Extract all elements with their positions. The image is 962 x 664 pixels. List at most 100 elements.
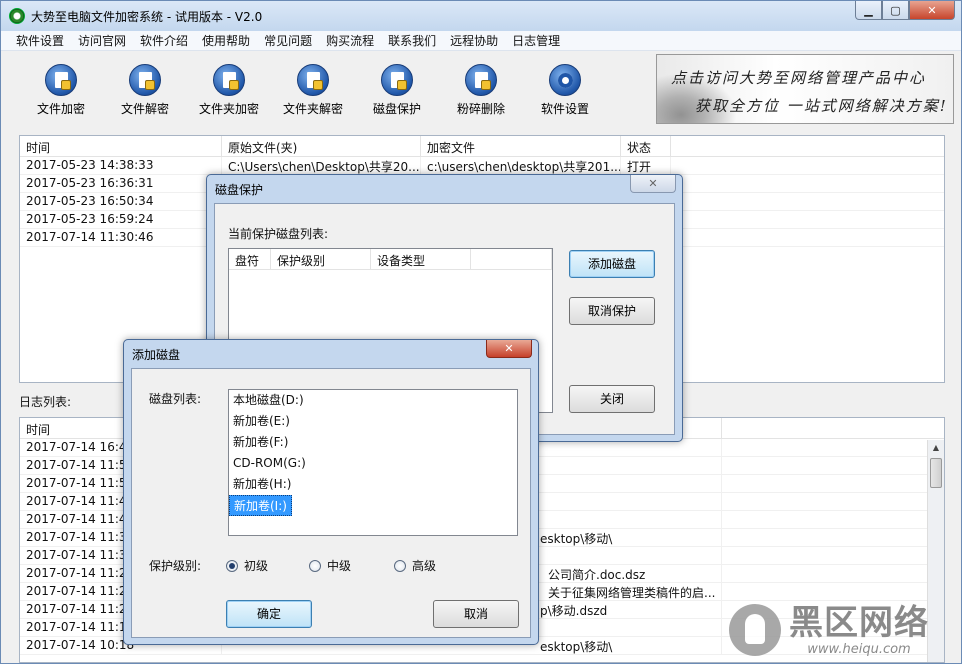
- level-basic-radio[interactable]: 初级: [226, 557, 268, 574]
- menu-log-manage[interactable]: 日志管理: [505, 32, 567, 49]
- folder-unlock-icon: [297, 64, 329, 96]
- radio-unchecked-icon: [394, 559, 406, 572]
- watermark-text: 黑区网络 www.heiqu.com: [789, 604, 929, 657]
- level-high-radio[interactable]: 高级: [394, 557, 436, 574]
- maximize-icon: ▢: [890, 3, 901, 17]
- add-disk-button[interactable]: 添加磁盘: [569, 250, 655, 278]
- app-logo-icon: [9, 8, 25, 24]
- column-header-filler: [671, 136, 944, 156]
- file-lock-icon: [45, 64, 77, 96]
- cell-time: 2017-05-23 14:38:33: [20, 157, 222, 174]
- product-center-banner[interactable]: 点击访问大势至网络管理产品中心 获取全方位 一站式网络解决方案!: [656, 54, 954, 124]
- maximize-button[interactable]: ▢: [882, 1, 909, 20]
- tool-label: 软件设置: [540, 102, 589, 116]
- table-row[interactable]: 2017-05-23 14:38:33 C:\Users\chen\Deskto…: [20, 157, 944, 175]
- watermark-logo-icon: [729, 604, 781, 656]
- radio-unchecked-icon: [309, 559, 321, 572]
- watermark-name: 黑区网络: [789, 602, 929, 643]
- cancel-button[interactable]: 取消: [433, 600, 519, 628]
- banner-line-2: 获取全方位 一站式网络解决方案!: [695, 97, 948, 115]
- site-watermark: 黑区网络 www.heiqu.com: [729, 597, 959, 663]
- column-header-filler: [471, 249, 552, 269]
- file-encrypt-button[interactable]: 文件加密: [19, 64, 103, 117]
- disk-list-item[interactable]: 新加卷(E:): [229, 411, 517, 432]
- close-icon: ✕: [648, 177, 658, 190]
- disk-shield-icon: [381, 64, 413, 96]
- disk-listbox[interactable]: 本地磁盘(D:) 新加卷(E:) 新加卷(F:) CD-ROM(G:) 新加卷(…: [228, 389, 518, 536]
- cell-encrypted: c:\users\chen\desktop\共享201...: [421, 157, 621, 174]
- window-title: 大势至电脑文件加密系统 - 试用版本 - V2.0: [31, 10, 263, 24]
- minimize-icon: ▁: [864, 3, 873, 17]
- tool-label: 文件解密: [120, 102, 169, 116]
- tool-label: 文件夹解密: [282, 102, 343, 116]
- shred-delete-button[interactable]: 粉碎删除: [439, 64, 523, 117]
- add-disk-dialog: 添加磁盘 ✕ 磁盘列表: 本地磁盘(D:) 新加卷(E:) 新加卷(F:) CD…: [123, 339, 539, 645]
- close-button[interactable]: ✕: [909, 1, 955, 20]
- column-header[interactable]: 加密文件: [421, 136, 621, 156]
- radio-label: 中级: [327, 559, 352, 573]
- file-unlock-icon: [129, 64, 161, 96]
- column-header[interactable]: 盘符: [229, 249, 271, 269]
- ok-button[interactable]: 确定: [226, 600, 312, 628]
- close-dialog-button[interactable]: 关闭: [569, 385, 655, 413]
- folder-encrypt-button[interactable]: 文件夹加密: [187, 64, 271, 117]
- column-header[interactable]: 设备类型: [371, 249, 471, 269]
- cell-time: 2017-07-14 11:30:46: [20, 229, 222, 246]
- column-header[interactable]: 时间: [20, 136, 222, 156]
- disk-list-item[interactable]: 本地磁盘(D:): [229, 390, 517, 411]
- disk-list-item[interactable]: CD-ROM(G:): [229, 453, 517, 474]
- minimize-button[interactable]: ▁: [855, 1, 882, 20]
- menu-purchase[interactable]: 购买流程: [319, 32, 381, 49]
- menu-help[interactable]: 使用帮助: [195, 32, 257, 49]
- table-header: 盘符 保护级别 设备类型: [229, 249, 552, 270]
- disk-protect-button[interactable]: 磁盘保护: [355, 64, 439, 117]
- tool-label: 磁盘保护: [372, 102, 421, 116]
- cell-time: 2017-05-23 16:59:24: [20, 211, 222, 228]
- cell-time: 2017-05-23 16:50:34: [20, 193, 222, 210]
- folder-decrypt-button[interactable]: 文件夹解密: [271, 64, 355, 117]
- cell-status: 打开: [621, 157, 671, 174]
- menu-website[interactable]: 访问官网: [71, 32, 133, 49]
- title-bar[interactable]: 大势至电脑文件加密系统 - 试用版本 - V2.0 ▁ ▢ ✕: [1, 1, 961, 31]
- gear-icon: [549, 64, 581, 96]
- close-icon: ✕: [927, 3, 937, 17]
- close-icon: ✕: [504, 342, 514, 355]
- protect-level-label: 保护级别:: [149, 559, 202, 573]
- log-list-label: 日志列表:: [19, 395, 72, 409]
- menu-bar: 软件设置 访问官网 软件介绍 使用帮助 常见问题 购买流程 联系我们 远程协助 …: [1, 31, 961, 51]
- scroll-up-icon[interactable]: ▲: [928, 440, 944, 456]
- column-header[interactable]: 保护级别: [271, 249, 371, 269]
- software-settings-button[interactable]: 软件设置: [523, 64, 607, 117]
- file-decrypt-button[interactable]: 文件解密: [103, 64, 187, 117]
- column-header[interactable]: 状态: [621, 136, 671, 156]
- dialog-close-button[interactable]: ✕: [486, 340, 532, 358]
- disk-list-item-selected[interactable]: 新加卷(I:): [229, 495, 292, 516]
- column-header-filler: [722, 418, 944, 438]
- menu-remote-assist[interactable]: 远程协助: [443, 32, 505, 49]
- cell-original: C:\Users\chen\Desktop\共享20...: [222, 157, 421, 174]
- menu-intro[interactable]: 软件介绍: [133, 32, 195, 49]
- banner-line-1: 点击访问大势至网络管理产品中心: [671, 69, 927, 87]
- menu-settings[interactable]: 软件设置: [9, 32, 71, 49]
- menu-contact[interactable]: 联系我们: [381, 32, 443, 49]
- dialog-body: 磁盘列表: 本地磁盘(D:) 新加卷(E:) 新加卷(F:) CD-ROM(G:…: [131, 368, 531, 638]
- cancel-protect-button[interactable]: 取消保护: [569, 297, 655, 325]
- dialog-close-button[interactable]: ✕: [630, 175, 676, 193]
- disk-list-item[interactable]: 新加卷(H:): [229, 474, 517, 495]
- disk-list-item[interactable]: 新加卷(F:): [229, 432, 517, 453]
- window-controls: ▁ ▢ ✕: [855, 1, 955, 20]
- scroll-thumb[interactable]: [930, 458, 942, 488]
- main-window: 大势至电脑文件加密系统 - 试用版本 - V2.0 ▁ ▢ ✕ 软件设置 访问官…: [0, 0, 962, 664]
- menu-faq[interactable]: 常见问题: [257, 32, 319, 49]
- tool-label: 文件夹加密: [198, 102, 259, 116]
- shred-icon: [465, 64, 497, 96]
- level-medium-radio[interactable]: 中级: [309, 557, 351, 574]
- dialog-title: 添加磁盘: [132, 348, 181, 362]
- radio-checked-icon: [226, 559, 238, 572]
- folder-lock-icon: [213, 64, 245, 96]
- radio-label: 初级: [244, 559, 269, 573]
- column-header[interactable]: 原始文件(夹): [222, 136, 421, 156]
- cell-time: 2017-05-23 16:36:31: [20, 175, 222, 192]
- table-header: 时间 原始文件(夹) 加密文件 状态: [20, 136, 944, 157]
- tool-label: 粉碎删除: [456, 102, 505, 116]
